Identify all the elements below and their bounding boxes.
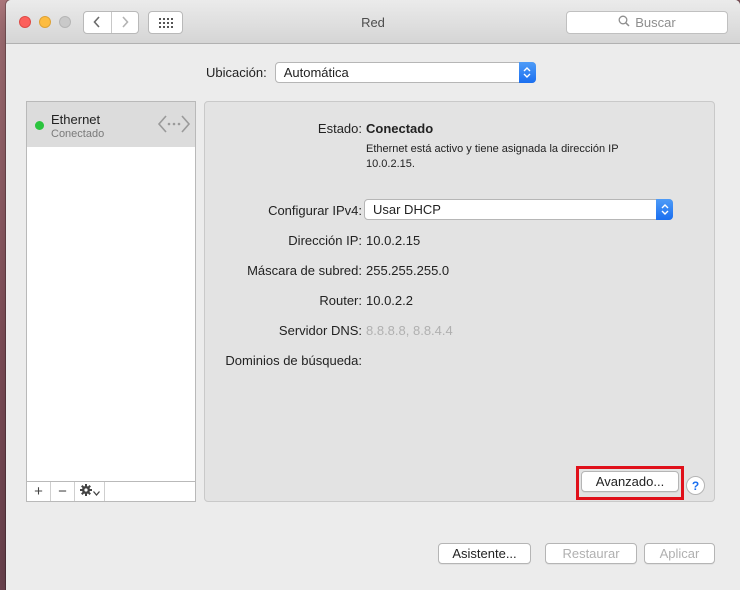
apply-button[interactable]: Aplicar: [644, 543, 715, 564]
subnet-mask-label: Máscara de subred:: [247, 263, 362, 278]
subnet-mask-value: 255.255.255.0: [366, 263, 450, 278]
search-placeholder: Buscar: [635, 15, 676, 30]
status-label: Estado:: [317, 121, 362, 136]
location-popup[interactable]: Automática: [274, 62, 536, 83]
dns-server-value: 8.8.8.8, 8.8.4.4: [366, 323, 453, 338]
advanced-button[interactable]: Avanzado...: [581, 471, 679, 492]
service-list-toolbar: + −: [27, 481, 195, 501]
ip-address-value: 10.0.2.15: [366, 233, 421, 248]
add-service-button[interactable]: +: [27, 482, 51, 501]
status-dot: [35, 121, 44, 130]
location-label: Ubicación:: [206, 65, 267, 80]
service-item-ethernet[interactable]: Ethernet Conectado: [27, 102, 195, 147]
search-field[interactable]: Buscar: [566, 11, 728, 34]
search-domains-label: Dominios de búsqueda:: [225, 353, 362, 368]
status-value: Conectado: [366, 121, 434, 136]
updown-arrows-icon: [656, 199, 673, 220]
service-list: Ethernet Conectado + −: [26, 101, 196, 502]
router-value: 10.0.2.2: [366, 293, 413, 308]
service-details-panel: Estado: Conectado Ethernet está activo y…: [204, 101, 715, 502]
ethernet-arrows-icon: [157, 112, 191, 139]
ip-address-label: Dirección IP:: [288, 233, 362, 248]
ipv4-value: Usar DHCP: [373, 202, 441, 217]
titlebar: Red Buscar: [6, 0, 740, 44]
search-icon: [618, 15, 630, 30]
ipv4-label: Configurar IPv4:: [268, 203, 362, 218]
service-actions-button[interactable]: [75, 482, 105, 501]
chevron-down-icon: [92, 485, 100, 499]
service-status: Conectado: [51, 128, 105, 140]
location-value: Automática: [283, 65, 349, 80]
router-label: Router:: [319, 293, 362, 308]
status-description: Ethernet está activo y tiene asignada la…: [366, 143, 619, 170]
ipv4-popup[interactable]: Usar DHCP: [364, 199, 673, 220]
network-preferences-window: Red Buscar Ubicación: Automática Etherne…: [6, 0, 740, 590]
location-row: Ubicación: Automática: [206, 62, 536, 83]
dns-server-label: Servidor DNS:: [278, 323, 362, 338]
assistant-button[interactable]: Asistente...: [438, 543, 531, 564]
service-name: Ethernet: [51, 112, 101, 127]
updown-arrows-icon: [518, 62, 536, 83]
revert-button[interactable]: Restaurar: [545, 543, 637, 564]
remove-service-button[interactable]: −: [51, 482, 75, 501]
gear-icon: [79, 484, 92, 499]
help-button[interactable]: ?: [686, 476, 705, 495]
